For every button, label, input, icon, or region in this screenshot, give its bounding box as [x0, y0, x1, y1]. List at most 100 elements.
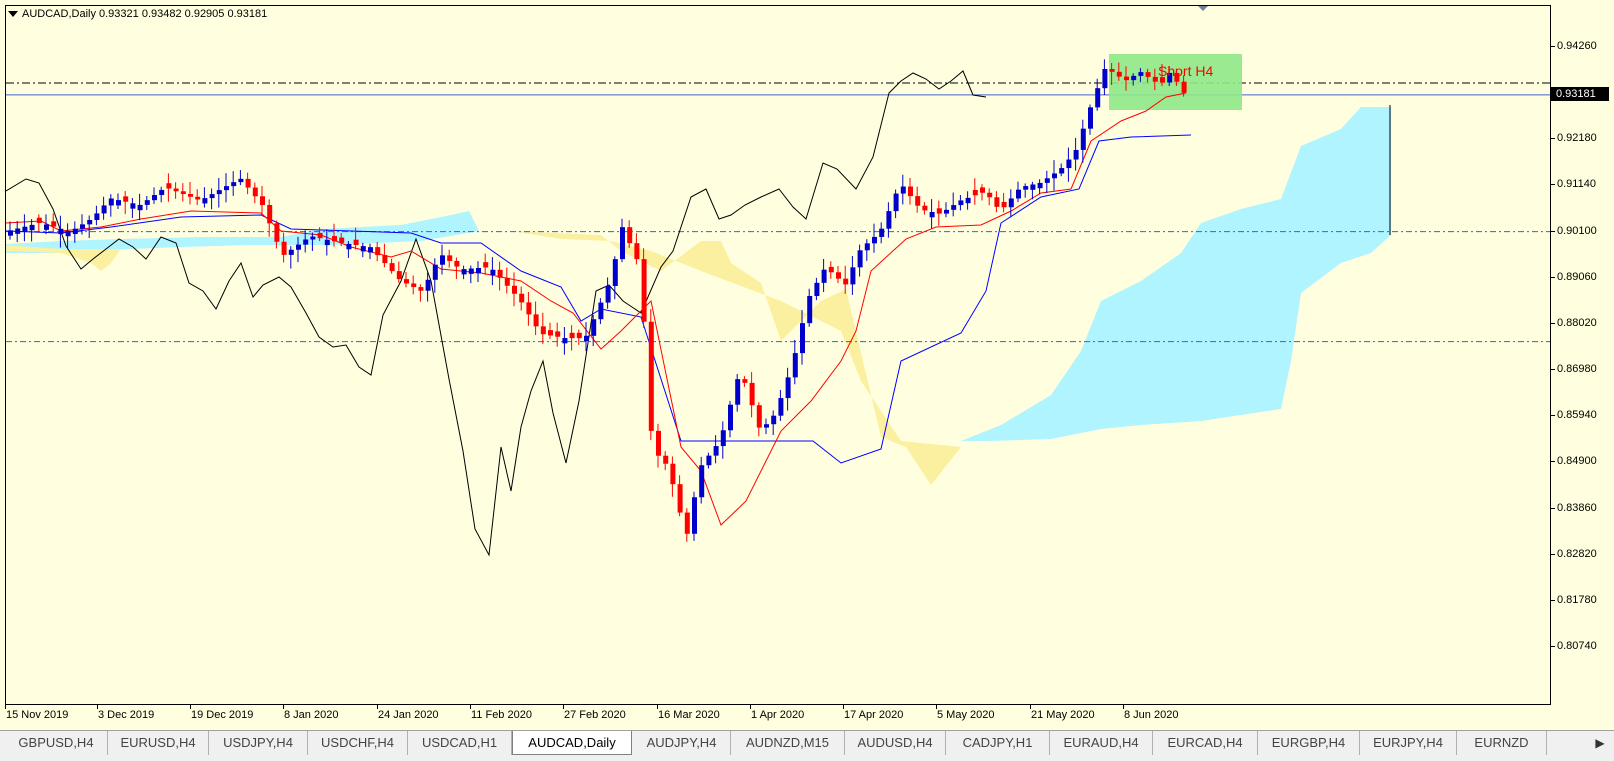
candle-body [65, 230, 71, 237]
candle-body [1131, 75, 1137, 81]
candle-body [540, 326, 546, 335]
price-tick [1551, 230, 1555, 232]
candle-body [713, 446, 719, 456]
candle-body [519, 293, 525, 303]
tab-eurgbp-h4[interactable]: EURGBP,H4 [1258, 731, 1360, 755]
time-label: 16 Mar 2020 [658, 709, 720, 721]
candle-body [447, 255, 453, 261]
candle-body [353, 239, 359, 246]
tab-eurcad-h4[interactable]: EURCAD,H4 [1153, 731, 1258, 755]
price-tick [1551, 46, 1555, 47]
tab-audnzd-m15[interactable]: AUDNZD,M15 [731, 731, 845, 755]
candle-body [591, 319, 597, 336]
candle-body [224, 186, 229, 191]
tab-euraud-h4[interactable]: EURAUD,H4 [1050, 731, 1153, 755]
time-label: 3 Dec 2019 [98, 709, 155, 721]
candle-body [915, 196, 921, 206]
candle-body [195, 196, 201, 200]
candle-body [231, 182, 237, 187]
candle-body [303, 239, 309, 245]
price-label: 0.85940 [1557, 409, 1597, 422]
candle-body [814, 282, 820, 296]
price-label: 0.82820 [1557, 547, 1597, 560]
time-label: 21 May 2020 [1031, 709, 1095, 721]
price-tick [1551, 553, 1555, 555]
candle-body [490, 269, 496, 276]
time-label: 5 May 2020 [937, 709, 995, 721]
time-label: 1 Apr 2020 [751, 709, 805, 721]
price-label: 0.92180 [1557, 132, 1597, 145]
candle-body [274, 223, 280, 242]
candle-body [533, 314, 539, 327]
candle-body [627, 227, 633, 244]
tenkan-sen [6, 92, 1187, 526]
short-h4-label: Short H4 [1158, 63, 1213, 79]
candle-body [245, 178, 251, 188]
chevron-right-icon[interactable]: ▶ [1588, 733, 1612, 753]
candle-body [1095, 88, 1101, 108]
candle-body [555, 331, 561, 337]
price-label: 0.88020 [1557, 316, 1597, 329]
time-label: 8 Jun 2020 [1124, 709, 1179, 721]
candle-body [771, 415, 777, 425]
candle-body [202, 198, 208, 204]
tab-audusd-h4[interactable]: AUDUSD,H4 [845, 731, 946, 755]
tab-usdcad-h1[interactable]: USDCAD,H1 [408, 731, 512, 755]
price-label: 0.84900 [1557, 455, 1597, 468]
tab-cadjpy-h1[interactable]: CADJPY,H1 [946, 731, 1050, 755]
candle-body [1088, 107, 1093, 129]
candle-body [389, 263, 395, 272]
price-tick [1551, 369, 1555, 371]
tab-audjpy-h4[interactable]: AUDJPY,H4 [633, 731, 731, 755]
candle-body [951, 205, 957, 210]
time-label: 17 Apr 2020 [844, 709, 904, 721]
candle-body [382, 255, 388, 264]
candle-body [792, 353, 798, 378]
tab-usdchf-h4[interactable]: USDCHF,H4 [308, 731, 408, 755]
candle-body [310, 236, 316, 240]
candle-body [1023, 186, 1029, 190]
candle-body [778, 398, 784, 416]
chart-plot-area[interactable]: Short H4 [5, 5, 1551, 705]
candle-body [720, 430, 726, 447]
time-label: 8 Jan 2020 [284, 709, 339, 721]
candlestick-chart[interactable]: Short H4 [6, 6, 1551, 705]
candle-body [562, 338, 568, 344]
candle-body [843, 278, 849, 285]
candle-body [1080, 128, 1086, 150]
candle-body [1059, 168, 1065, 174]
candle-body [152, 195, 157, 201]
tab-eurusd-h4[interactable]: EURUSD,H4 [108, 731, 209, 755]
candle-body [332, 236, 337, 242]
candle-body [893, 193, 899, 212]
candle-body [663, 455, 669, 464]
candle-body [634, 243, 640, 260]
tab-audcad-daily[interactable]: AUDCAD,Daily [512, 731, 632, 755]
candle-body [296, 244, 301, 250]
candle-body [548, 330, 553, 336]
chart-window[interactable]: Short H4 AUDCAD,Daily 0.93321 0.93482 0.… [0, 0, 1614, 731]
candle-body [972, 189, 978, 196]
candle-body [886, 211, 892, 229]
dropdown-triangle-icon[interactable] [8, 11, 18, 18]
price-tick [1551, 276, 1555, 278]
price-tick [1551, 599, 1555, 601]
candle-body [72, 228, 78, 235]
tab-eurnzd[interactable]: EURNZD [1457, 731, 1547, 755]
tab-gbpusd-h4[interactable]: GBPUSD,H4 [5, 731, 108, 755]
candle-body [454, 260, 460, 267]
candle-body [929, 212, 935, 218]
time-axis[interactable]: 15 Nov 2019 3 Dec 2019 19 Dec 2019 8 Jan 20… [5, 705, 1551, 727]
candle-body [828, 266, 834, 273]
price-axis[interactable]: 0.94260 0.92180 0.91140 0.90100 0.89060 0.880… [1551, 5, 1614, 705]
candle-body [1008, 198, 1014, 208]
candle-body [425, 279, 431, 291]
price-tick [1551, 507, 1555, 509]
candle-body [677, 484, 683, 513]
symbol-info: AUDCAD,Daily 0.93321 0.93482 0.92905 0.9… [22, 8, 268, 20]
candle-body [605, 285, 611, 303]
tab-usdjpy-h4[interactable]: USDJPY,H4 [209, 731, 308, 755]
candle-body [936, 208, 942, 214]
tab-eurjpy-h4[interactable]: EURJPY,H4 [1360, 731, 1457, 755]
candle-body [656, 430, 661, 456]
